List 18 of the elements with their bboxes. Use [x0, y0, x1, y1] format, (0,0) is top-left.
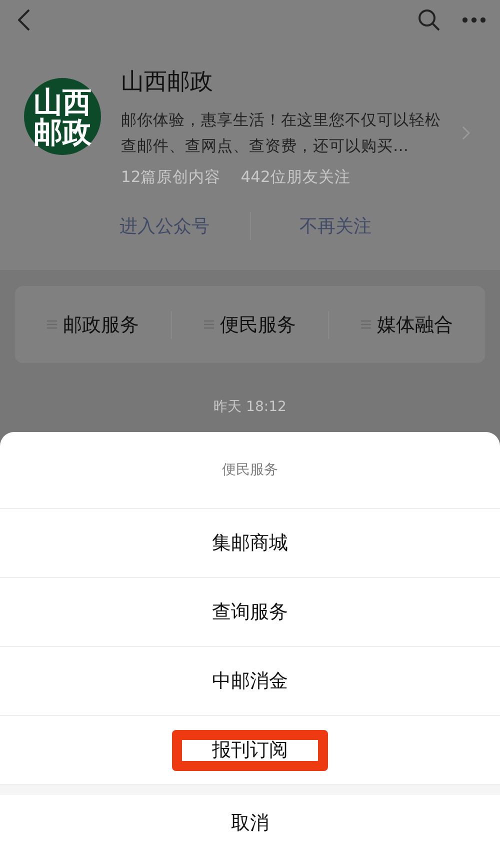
message-timestamp: 昨天 18:12 — [214, 399, 286, 415]
cancel-button[interactable]: 取消 — [0, 795, 500, 857]
account-stat: 12篇原创内容 — [121, 167, 221, 188]
back-icon[interactable] — [18, 9, 30, 31]
menu-tab[interactable]: 便民服务 — [172, 312, 328, 338]
search-icon[interactable] — [418, 9, 440, 31]
account-name: 山西邮政 — [121, 68, 214, 97]
account-logo: 山西 邮政 — [24, 78, 101, 155]
menu-tab[interactable]: 媒体融合 — [329, 312, 485, 338]
menu-option[interactable]: 中邮消金 — [212, 668, 288, 694]
menu-option[interactable]: 查询服务 — [212, 599, 288, 625]
menu-tab[interactable]: 邮政服务 — [15, 312, 171, 338]
account-stat: 442位朋友关注 — [240, 167, 350, 188]
menu-option[interactable]: 集邮商城 — [212, 530, 288, 556]
account-description: 邮你体验，惠享生活！在这里您不仅可以轻松查邮件、查网点、查资费，还可以购买… — [121, 110, 442, 157]
more-icon[interactable] — [462, 17, 486, 23]
sheet-title: 便民服务 — [222, 461, 278, 479]
highlighted-menu-option[interactable]: 报刊订阅 — [172, 730, 328, 770]
